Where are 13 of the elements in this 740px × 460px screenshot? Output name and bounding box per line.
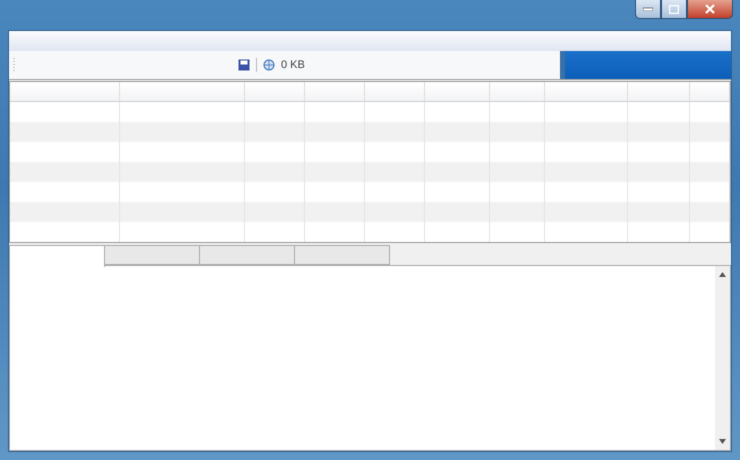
file-size-label: 0 KB	[281, 59, 305, 71]
globe-icon[interactable]	[263, 59, 275, 71]
close-icon	[704, 4, 716, 14]
maximize-button[interactable]	[661, 0, 687, 19]
grip-icon	[13, 57, 16, 73]
scroll-up-icon[interactable]	[719, 272, 726, 277]
scrollbar[interactable]	[715, 266, 730, 450]
close-button[interactable]	[687, 0, 733, 19]
minimize-button[interactable]	[635, 0, 661, 19]
minimize-icon	[643, 7, 653, 11]
save-icon[interactable]	[238, 59, 250, 71]
scroll-down-icon[interactable]	[719, 439, 726, 444]
maximize-icon	[669, 4, 679, 14]
